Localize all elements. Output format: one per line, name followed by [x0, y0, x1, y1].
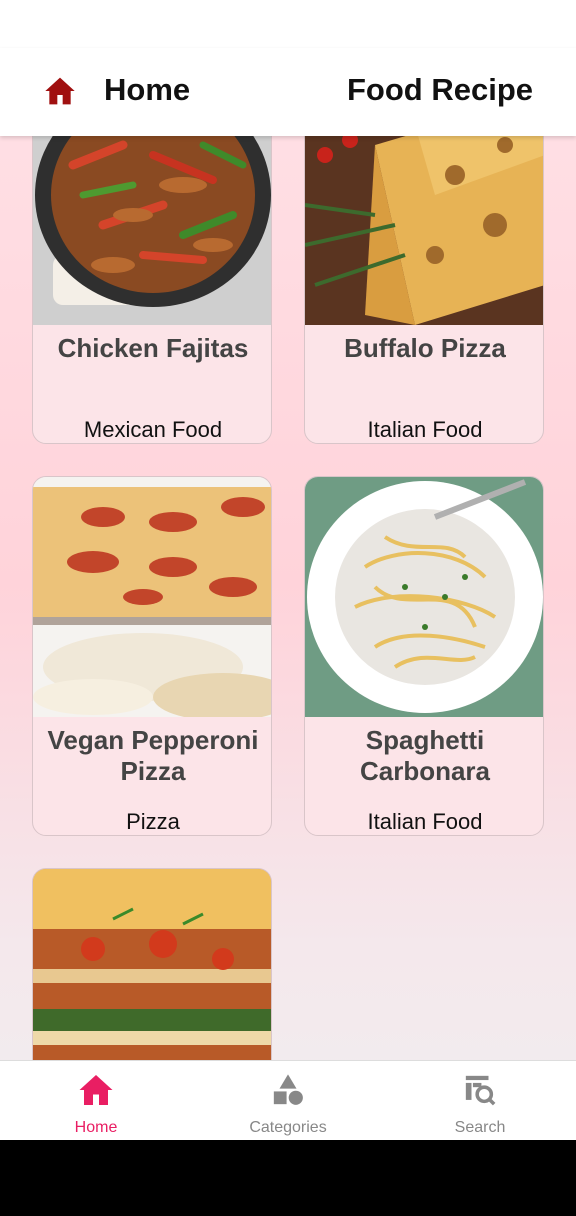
home-icon	[79, 1075, 113, 1105]
categories-icon	[273, 1074, 303, 1105]
app-name: Food Recipe	[346, 72, 533, 107]
status-bar	[0, 0, 576, 48]
recipe-card[interactable]: Vegan Pepperoni Pizza Pizza	[32, 476, 272, 836]
recipe-image	[305, 136, 543, 325]
recipe-image	[33, 136, 271, 325]
page-title: Home	[104, 72, 191, 107]
search-icon	[465, 1075, 496, 1106]
nav-label: Home	[74, 1119, 118, 1136]
bottom-nav: Home Categories Search	[0, 1060, 576, 1140]
nav-label: Search	[454, 1119, 506, 1136]
recipe-card[interactable]	[32, 868, 272, 1060]
recipe-image	[33, 477, 271, 717]
recipe-category: Italian Food	[367, 809, 483, 834]
system-navigation-bar	[0, 1140, 576, 1216]
recipe-category: Pizza	[126, 809, 180, 834]
nav-search[interactable]: Search	[384, 1061, 576, 1141]
screen: Home Food Recipe Chicken Fajitas Mexican…	[0, 0, 576, 1216]
recipe-image	[33, 869, 271, 1060]
recipe-category: Italian Food	[367, 417, 483, 442]
recipe-name: Spaghetti Carbonara	[359, 725, 491, 786]
recipe-name: Vegan Pepperoni Pizza	[47, 725, 259, 786]
nav-categories[interactable]: Categories	[192, 1061, 384, 1141]
recipe-name: Buffalo Pizza	[344, 333, 506, 363]
home-icon[interactable]	[44, 76, 76, 106]
nav-label: Categories	[249, 1119, 327, 1136]
recipe-grid[interactable]: Chicken Fajitas Mexican Food Buffalo Piz…	[0, 136, 576, 1060]
recipe-card[interactable]: Spaghetti Carbonara Italian Food	[304, 476, 544, 836]
recipe-card[interactable]: Chicken Fajitas Mexican Food	[32, 136, 272, 444]
nav-home[interactable]: Home	[0, 1061, 192, 1141]
recipe-category: Mexican Food	[83, 417, 223, 442]
recipe-image	[305, 477, 543, 717]
recipe-card[interactable]: Buffalo Pizza Italian Food	[304, 136, 544, 444]
recipe-name: Chicken Fajitas	[57, 333, 249, 363]
app-bar: Home Food Recipe	[0, 48, 576, 136]
